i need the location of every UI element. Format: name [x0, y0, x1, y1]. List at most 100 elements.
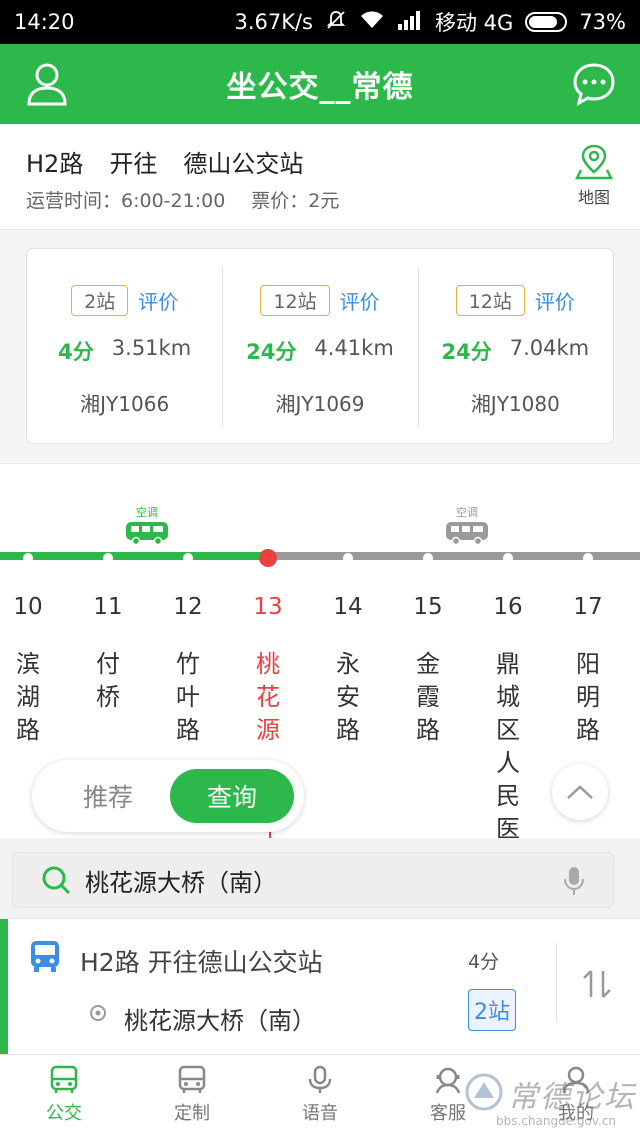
stop-item-current[interactable]: 13 桃花源	[248, 594, 288, 747]
card-accent-bar	[0, 919, 8, 1055]
nav-item-voice[interactable]: 语音	[256, 1055, 384, 1138]
result-eta: 4分	[468, 951, 500, 973]
stop-name: 阳明路	[576, 650, 600, 744]
swap-direction-icon[interactable]	[580, 967, 614, 1001]
search-icon	[42, 866, 71, 895]
fare: 票价：2元	[251, 190, 340, 212]
stop-item[interactable]: 15 金霞路	[408, 594, 448, 747]
forum-logo-icon	[465, 1073, 503, 1111]
wifi-icon	[359, 10, 385, 35]
service-icon	[435, 1067, 461, 1094]
app-header: 坐公交__常德	[0, 44, 640, 124]
query-tab[interactable]: 查询	[170, 769, 294, 823]
status-time: 14:20	[14, 10, 75, 34]
microphone-icon[interactable]	[563, 865, 585, 897]
eta-minutes: 24分	[246, 340, 297, 364]
custom-bus-icon	[178, 1065, 206, 1093]
status-bar: 14:20 3.67K/s 移动 4G 73%	[0, 0, 640, 44]
stop-item[interactable]: 16 鼎城区人民医	[488, 594, 528, 838]
search-input[interactable]: 桃花源大桥（南）	[12, 852, 614, 908]
chat-icon[interactable]	[572, 62, 616, 106]
route-heading: H2路 开往 德山公交站	[26, 144, 303, 179]
stop-number: 17	[573, 594, 603, 620]
watermark-url: bbs.changde.gov.cn	[496, 1114, 617, 1128]
current-stop-dot	[259, 549, 277, 567]
rate-link[interactable]: 评价	[535, 286, 575, 315]
bus-card[interactable]: 12站 评价 24分 7.04km 湘JY1080	[417, 249, 613, 443]
stop-number: 15	[413, 594, 443, 620]
route-result-card[interactable]: H2路 开往德山公交站 4分 桃花源大桥（南） 2站	[0, 918, 640, 1055]
watermark: 常德论坛 bbs.changde.gov.cn	[460, 1062, 640, 1138]
stop-dot	[503, 553, 513, 563]
bus-marker-gray[interactable]: 空调	[444, 504, 490, 546]
result-stops-badge: 2站	[468, 989, 516, 1031]
search-area: 桃花源大桥（南）	[0, 838, 640, 918]
stop-item[interactable]: 11 付桥	[88, 594, 128, 714]
bus-card[interactable]: 2站 评价 4分 3.51km 湘JY1066	[27, 249, 222, 443]
stop-dot	[343, 553, 353, 563]
carrier-label: 移动 4G	[435, 11, 514, 35]
stop-name: 金霞路	[416, 650, 440, 744]
stop-number: 14	[333, 594, 363, 620]
recommend-tab[interactable]: 推荐	[46, 769, 170, 823]
stop-dot	[183, 553, 193, 563]
stop-dot	[423, 553, 433, 563]
stop-number: 16	[493, 594, 523, 620]
stops-away: 12站	[455, 285, 525, 316]
nav-label: 定制	[174, 1103, 210, 1124]
stop-number: 11	[93, 594, 123, 620]
route-info: H2路 开往 德山公交站 运营时间：6:00-21:00 票价：2元 地图	[0, 124, 640, 230]
bus-icon	[50, 1065, 78, 1093]
location-pin-icon	[90, 1005, 106, 1021]
stop-item[interactable]: 12 竹叶路	[168, 594, 208, 747]
stop-number: 13	[253, 594, 283, 620]
ac-bus-icon	[446, 522, 488, 546]
battery-level: 73%	[579, 10, 626, 34]
operating-hours: 运营时间：6:00-21:00	[26, 190, 226, 212]
plate-number: 湘JY1066	[80, 392, 170, 416]
eta-minutes: 4分	[58, 340, 94, 364]
stop-item[interactable]: 10 滨湖路	[8, 594, 48, 747]
eta-minutes: 24分	[441, 340, 492, 364]
user-icon[interactable]	[26, 62, 68, 106]
rate-link[interactable]: 评价	[138, 286, 178, 315]
bus-icon	[31, 941, 59, 972]
nav-item-custom[interactable]: 定制	[128, 1055, 256, 1138]
stop-item[interactable]: 14 永安路	[328, 594, 368, 747]
plate-number: 湘JY1069	[275, 392, 365, 416]
route-terminal: 德山公交站	[183, 150, 304, 178]
collapse-button[interactable]	[552, 764, 608, 820]
result-route-name: H2路 开往德山公交站	[80, 948, 323, 977]
nav-label: 公交	[46, 1103, 82, 1124]
stop-item[interactable]: 17 阳明路	[568, 594, 608, 747]
watermark-text: 常德论坛	[508, 1080, 636, 1115]
nav-item-bus[interactable]: 公交	[0, 1055, 128, 1138]
distance: 4.41km	[314, 336, 394, 360]
page-title: 坐公交__常德	[226, 70, 414, 105]
stops-away: 12站	[260, 285, 330, 316]
route-details: 运营时间：6:00-21:00 票价：2元	[26, 186, 339, 213]
divider	[556, 943, 557, 1023]
travelled-track	[0, 552, 268, 560]
stop-dot	[103, 553, 113, 563]
distance: 7.04km	[509, 336, 590, 360]
ac-label: 空调	[456, 506, 478, 519]
stop-name: 鼎城区人民医	[496, 650, 520, 838]
nav-label: 语音	[302, 1103, 338, 1124]
map-button[interactable]: 地图	[572, 144, 616, 208]
stop-dot	[23, 553, 33, 563]
microphone-icon	[308, 1065, 332, 1093]
stop-name: 桃花源	[256, 650, 280, 744]
rate-link[interactable]: 评价	[340, 286, 380, 315]
map-pin-icon	[575, 144, 613, 180]
bus-cards-section: 2站 评价 4分 3.51km 湘JY1066 12站 评价 24分 4.41k…	[0, 230, 640, 464]
stop-name: 付桥	[96, 650, 120, 711]
map-label: 地图	[577, 188, 610, 207]
network-speed: 3.67K/s	[234, 10, 313, 34]
bus-marker-green[interactable]: 空调	[124, 504, 170, 546]
bus-card[interactable]: 12站 评价 24分 4.41km 湘JY1069	[222, 249, 417, 443]
stops-away: 2站	[71, 285, 129, 316]
stop-number: 12	[173, 594, 203, 620]
bus-cards: 2站 评价 4分 3.51km 湘JY1066 12站 评价 24分 4.41k…	[26, 248, 614, 444]
mute-icon	[325, 9, 347, 36]
